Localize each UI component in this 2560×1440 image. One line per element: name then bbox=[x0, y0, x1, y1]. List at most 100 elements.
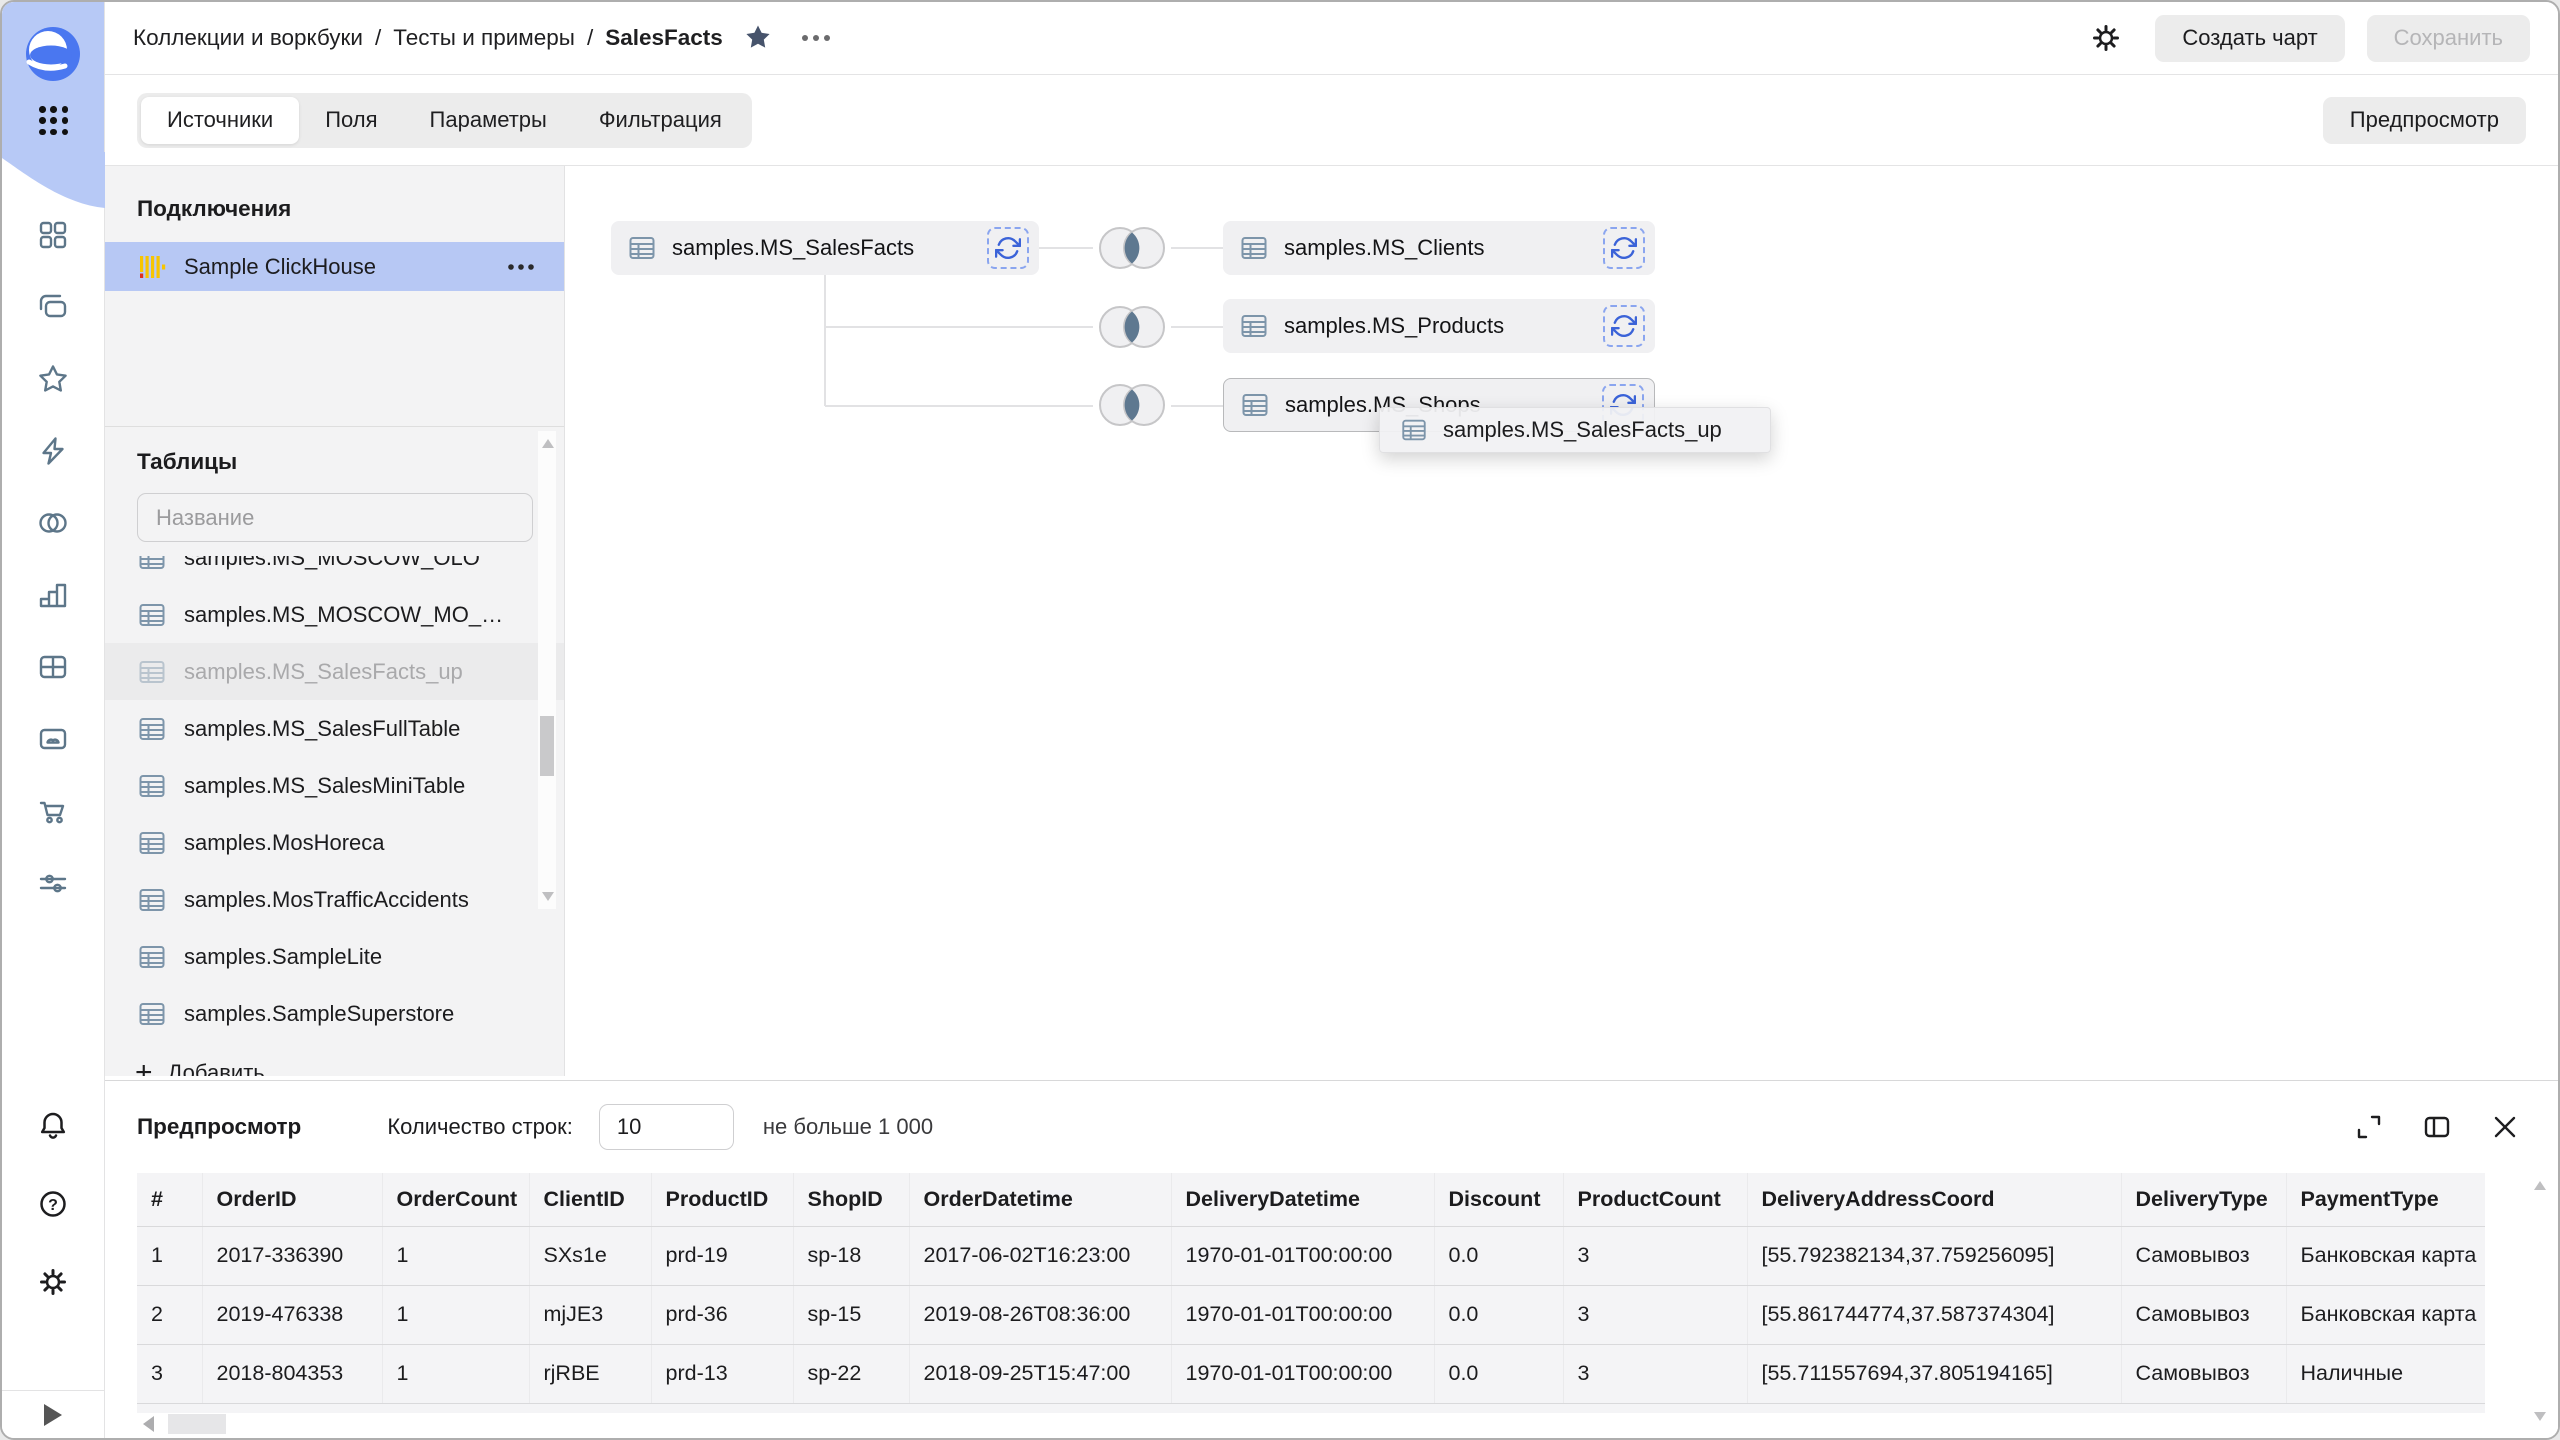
preview-cell: 1 bbox=[382, 1285, 529, 1344]
scroll-up-icon[interactable] bbox=[2534, 1181, 2546, 1190]
table-icon bbox=[627, 233, 657, 263]
table-list-item[interactable]: samples.MS_SalesMiniTable bbox=[105, 757, 564, 814]
table-list-item[interactable]: samples.MosTrafficAccidents bbox=[105, 871, 564, 928]
preview-cell: sp-22 bbox=[793, 1344, 909, 1403]
rail-expand-control[interactable] bbox=[2, 1390, 104, 1438]
workbooks-grid-icon[interactable] bbox=[36, 218, 70, 252]
preview-cell: 1970-01-01T00:00:00 bbox=[1171, 1344, 1434, 1403]
preview-cell: prd-36 bbox=[651, 1285, 793, 1344]
table-name: samples.MosHoreca bbox=[184, 830, 385, 856]
scroll-left-icon[interactable] bbox=[143, 1416, 154, 1432]
preview-cell: 0.0 bbox=[1434, 1226, 1563, 1285]
table-list-item[interactable]: samples.MS_MOSCOW_MO_G… bbox=[105, 586, 564, 643]
table-name: samples.MS_MOSCOW_OLO bbox=[184, 556, 480, 571]
files-folder-icon[interactable] bbox=[36, 722, 70, 756]
preview-cell: 3 bbox=[1563, 1344, 1747, 1403]
join-venn-icon[interactable] bbox=[1093, 382, 1171, 428]
column-header: OrderID bbox=[202, 1173, 382, 1226]
help-icon[interactable]: ? bbox=[36, 1187, 70, 1221]
table-list-item[interactable]: samples.MS_MOSCOW_OLO bbox=[105, 556, 564, 586]
breadcrumb-separator: / bbox=[375, 25, 381, 51]
preview-cell: 2 bbox=[137, 1285, 202, 1344]
join-canvas[interactable]: samples.MS_SalesFacts bbox=[566, 166, 2558, 1076]
preview-header: Предпросмотр Количество строк: не больше… bbox=[105, 1081, 2558, 1173]
preview-cell: prd-19 bbox=[651, 1226, 793, 1285]
table-list-item[interactable]: samples.MosHoreca bbox=[105, 814, 564, 871]
favorite-star-icon[interactable] bbox=[743, 23, 773, 53]
table-icon bbox=[137, 999, 167, 1029]
preview-controls bbox=[2354, 1112, 2520, 1142]
horizontal-scrollbar[interactable] bbox=[135, 1413, 2560, 1435]
table-icon bbox=[137, 600, 167, 630]
table-name: samples.SampleLite bbox=[184, 944, 382, 970]
datasets-venn-icon[interactable] bbox=[36, 506, 70, 540]
preview-vertical-scrollbar[interactable] bbox=[2532, 1181, 2548, 1421]
services-sliders-icon[interactable] bbox=[36, 866, 70, 900]
charts-bar-icon[interactable] bbox=[36, 578, 70, 612]
table-icon bbox=[137, 942, 167, 972]
refresh-source-button[interactable] bbox=[1603, 305, 1645, 347]
split-view-icon[interactable] bbox=[2422, 1112, 2452, 1142]
column-header: PaymentType bbox=[2286, 1173, 2485, 1226]
preview-data-row: 12017-3363901SXs1eprd-19sp-182017-06-02T… bbox=[137, 1226, 2485, 1285]
scroll-up-icon[interactable] bbox=[542, 439, 554, 448]
column-header: Discount bbox=[1434, 1173, 1563, 1226]
add-table-button[interactable]: + Добавить bbox=[105, 1044, 564, 1076]
maximize-icon[interactable] bbox=[2354, 1112, 2384, 1142]
scroll-down-icon[interactable] bbox=[2534, 1412, 2546, 1421]
collections-icon[interactable] bbox=[36, 290, 70, 324]
connections-title: Подключения bbox=[105, 166, 564, 242]
preview-table-wrap: #OrderIDOrderCountClientIDProductIDShopI… bbox=[137, 1173, 2485, 1404]
datalens-logo-icon[interactable] bbox=[25, 26, 81, 82]
notifications-bell-icon[interactable] bbox=[36, 1109, 70, 1143]
preview-cell: 0.0 bbox=[1434, 1344, 1563, 1403]
favorites-star-icon[interactable] bbox=[36, 362, 70, 396]
scroll-down-icon[interactable] bbox=[542, 892, 554, 901]
connection-item-selected[interactable]: Sample ClickHouse bbox=[105, 242, 564, 291]
preview-cell: SXs1e bbox=[529, 1226, 651, 1285]
more-actions-icon[interactable] bbox=[799, 31, 833, 45]
preview-cell: 0.0 bbox=[1434, 1285, 1563, 1344]
tab-fields[interactable]: Поля bbox=[299, 97, 403, 144]
tables-list: samples.MS_MOSCOW_OLO samples.MS_MOSCOW_M… bbox=[105, 556, 564, 1044]
table-icon bbox=[137, 771, 167, 801]
dashboards-table-icon[interactable] bbox=[36, 650, 70, 684]
preview-cell: 3 bbox=[137, 1344, 202, 1403]
source-node-salesfacts[interactable]: samples.MS_SalesFacts bbox=[611, 221, 1039, 275]
hscrollbar-thumb[interactable] bbox=[168, 1414, 226, 1434]
breadcrumb-workbook[interactable]: Тесты и примеры bbox=[393, 25, 575, 51]
refresh-icon bbox=[1611, 235, 1637, 261]
row-count-input[interactable] bbox=[599, 1104, 734, 1150]
table-list-item[interactable]: samples.SampleLite bbox=[105, 928, 564, 985]
connections-lightning-icon[interactable] bbox=[36, 434, 70, 468]
tabs-bar: Источники Поля Параметры Фильтрация Пред… bbox=[105, 75, 2558, 166]
tab-parameters[interactable]: Параметры bbox=[404, 97, 573, 144]
marketplace-cart-icon[interactable] bbox=[36, 794, 70, 828]
create-chart-button[interactable]: Создать чарт bbox=[2155, 15, 2344, 62]
join-venn-icon[interactable] bbox=[1093, 304, 1171, 350]
table-name: samples.MS_MOSCOW_MO_G… bbox=[184, 602, 514, 628]
source-node-products[interactable]: samples.MS_Products bbox=[1223, 299, 1655, 353]
table-search-input[interactable] bbox=[137, 493, 533, 542]
refresh-source-button[interactable] bbox=[1603, 227, 1645, 269]
apps-menu-icon[interactable] bbox=[39, 106, 69, 136]
scrollbar-thumb[interactable] bbox=[540, 716, 554, 776]
svg-text:?: ? bbox=[48, 1197, 58, 1214]
connection-menu-icon[interactable] bbox=[506, 262, 536, 272]
refresh-source-button[interactable] bbox=[987, 227, 1029, 269]
tab-filtration[interactable]: Фильтрация bbox=[573, 97, 748, 144]
tables-scrollbar[interactable] bbox=[538, 431, 556, 909]
dataset-settings-gear-icon[interactable] bbox=[2089, 21, 2123, 55]
table-list-item[interactable]: samples.SampleSuperstore bbox=[105, 985, 564, 1042]
close-icon[interactable] bbox=[2490, 1112, 2520, 1142]
preview-toggle-button[interactable]: Предпросмотр bbox=[2323, 97, 2526, 144]
preview-cell: Самовывоз bbox=[2121, 1226, 2286, 1285]
source-node-clients[interactable]: samples.MS_Clients bbox=[1223, 221, 1655, 275]
tab-sources[interactable]: Источники bbox=[141, 97, 299, 144]
join-venn-icon[interactable] bbox=[1093, 225, 1171, 271]
settings-gear-icon[interactable] bbox=[36, 1265, 70, 1299]
refresh-icon bbox=[1611, 313, 1637, 339]
table-list-item[interactable]: samples.MS_SalesFullTable bbox=[105, 700, 564, 757]
breadcrumb-collections[interactable]: Коллекции и воркбуки bbox=[133, 25, 363, 51]
save-button[interactable]: Сохранить bbox=[2367, 15, 2530, 62]
